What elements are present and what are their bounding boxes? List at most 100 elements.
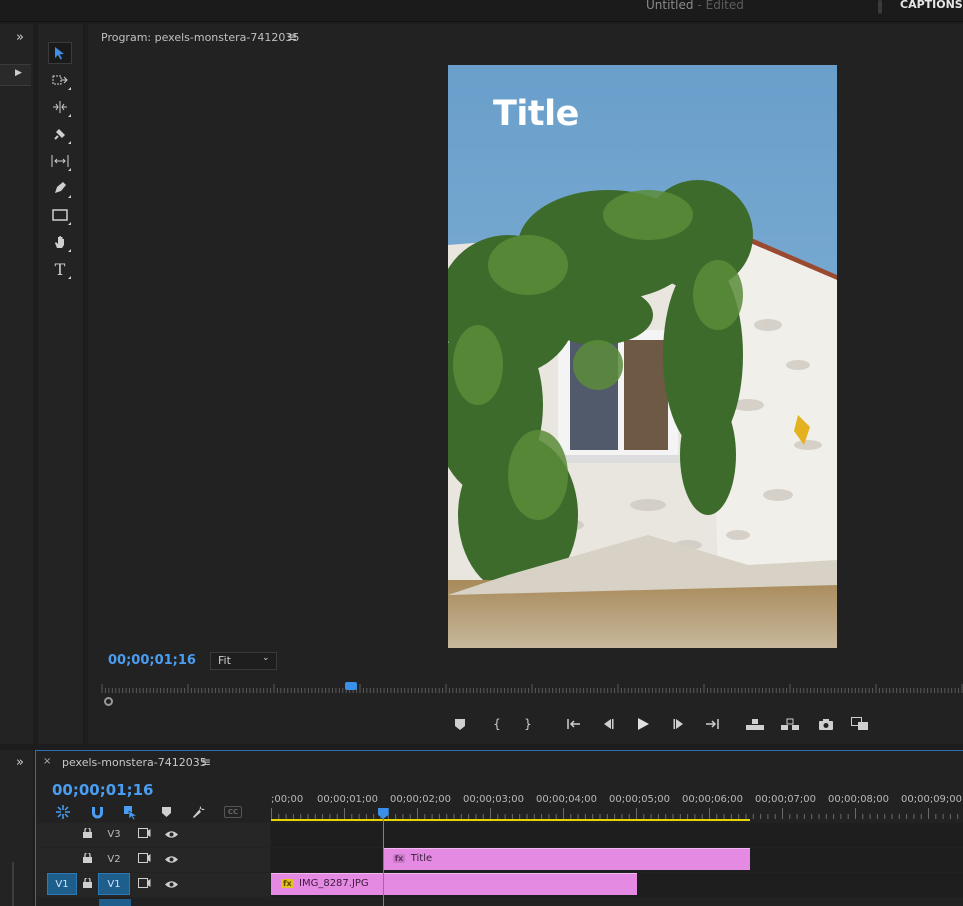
go-to-in-icon (567, 719, 580, 729)
linked-selection-icon (123, 805, 138, 820)
panel-menu-icon[interactable]: ≡ (201, 755, 211, 769)
lock-icon[interactable] (83, 876, 92, 891)
captions-toggle-button[interactable]: CC (223, 803, 243, 821)
ripple-edit-tool[interactable] (48, 96, 72, 118)
timeline-settings-button[interactable] (190, 803, 208, 821)
slip-tool[interactable] (48, 150, 72, 172)
lift-icon (746, 719, 764, 730)
type-icon: T (54, 259, 66, 279)
track-select-tool[interactable] (48, 69, 72, 91)
source-patch-v1[interactable]: V1 (47, 873, 77, 895)
step-forward-icon (673, 719, 683, 729)
ruler-label: ;00;00 (271, 794, 304, 805)
timeline-clip-image[interactable]: fx IMG_8287.JPG (271, 873, 637, 895)
work-area-bar[interactable] (271, 819, 750, 821)
eye-icon[interactable] (165, 854, 178, 867)
extract-icon (781, 718, 799, 730)
ruler-label: 00;00;07;00 (755, 794, 817, 805)
arrow-icon (55, 47, 64, 60)
panel-menu-icon[interactable]: ≡ (287, 30, 297, 44)
play-icon (637, 718, 649, 730)
linked-selection-button[interactable] (121, 803, 139, 821)
export-frame-button[interactable] (817, 716, 835, 732)
sync-lock-icon[interactable] (138, 878, 151, 891)
lock-icon[interactable] (83, 851, 92, 866)
selection-tool[interactable] (48, 42, 72, 64)
play-button[interactable] (634, 716, 652, 732)
expand-panels-icon[interactable]: » (16, 30, 24, 45)
track-lane-v3[interactable] (271, 823, 963, 847)
rectangle-tool[interactable] (48, 204, 72, 226)
ruler-label: 00;00;08;00 (828, 794, 890, 805)
cc-icon: CC (224, 806, 242, 818)
chevron-down-icon: ⌄ (262, 653, 270, 663)
sequence-tab[interactable]: pexels-monstera-7412035 (62, 756, 207, 769)
sync-lock-icon[interactable] (138, 828, 151, 841)
track-header-v3 (36, 823, 270, 847)
timeline-timecode[interactable]: 00;00;01;16 (52, 781, 154, 799)
step-back-icon (604, 719, 614, 729)
camera-icon (819, 718, 833, 730)
mark-in-icon: { (493, 717, 501, 731)
mark-in-button[interactable]: { (488, 716, 506, 732)
ruler-label: 00;00;01;00 (317, 794, 379, 805)
timeline-clip-title[interactable]: fx Title (382, 848, 750, 870)
zoom-scroll-handle[interactable] (104, 697, 113, 706)
fx-badge: fx (392, 854, 406, 863)
track-a1-partial[interactable] (99, 899, 131, 906)
eye-icon[interactable] (165, 879, 178, 892)
snap-button[interactable] (88, 803, 106, 821)
mark-out-button[interactable]: } (519, 716, 537, 732)
clip-label: IMG_8287.JPG (299, 878, 369, 889)
ruler-label: 00;00;02;00 (390, 794, 452, 805)
clip-label: Title (410, 853, 433, 864)
wrench-icon (193, 806, 205, 818)
extract-button[interactable] (781, 716, 799, 732)
document-title: Untitled - Edited (646, 0, 744, 12)
hand-tool[interactable] (48, 231, 72, 253)
program-monitor-title[interactable]: Program: pexels-monstera-7412035 (101, 31, 299, 44)
left-panel-collapsed-lower (0, 750, 33, 906)
program-timecode[interactable]: 00;00;01;16 (108, 653, 196, 668)
program-playhead[interactable] (344, 682, 357, 690)
track-name-v3[interactable]: V3 (98, 823, 130, 845)
left-panel-collapsed (0, 24, 33, 744)
track-name-v1[interactable]: V1 (98, 873, 130, 895)
lift-button[interactable] (746, 716, 764, 732)
rectangle-icon (52, 209, 68, 221)
comparison-view-icon (851, 717, 868, 730)
razor-tool[interactable] (48, 123, 72, 145)
nest-icon (56, 805, 70, 819)
track-name-v2[interactable]: V2 (98, 848, 130, 870)
go-to-out-button[interactable] (703, 716, 721, 732)
video-title-overlay[interactable]: Title (493, 94, 579, 134)
program-video-frame[interactable] (448, 65, 837, 648)
ruler-label: 00;00;04;00 (536, 794, 598, 805)
workspace-tab-captions[interactable]: CAPTIONS A (900, 0, 963, 11)
sync-lock-icon[interactable] (138, 853, 151, 866)
eye-icon[interactable] (165, 829, 178, 842)
comparison-view-button[interactable] (851, 716, 869, 732)
panel-scrollbar[interactable] (12, 862, 14, 906)
add-marker-timeline-button[interactable] (157, 803, 175, 821)
marker-icon (161, 807, 171, 817)
expand-panels-icon[interactable]: » (16, 755, 24, 770)
hand-icon (55, 236, 64, 248)
play-triangle-icon: ▶ (15, 68, 22, 78)
nest-toggle-button[interactable] (54, 803, 72, 821)
razor-icon (54, 129, 65, 140)
document-status: - Edited (697, 0, 744, 12)
go-to-in-button[interactable] (565, 716, 583, 732)
type-tool[interactable]: T (48, 258, 72, 280)
add-marker-button[interactable] (451, 716, 469, 732)
program-time-ruler[interactable] (101, 680, 963, 694)
lock-icon[interactable] (83, 826, 92, 841)
mark-out-icon: } (524, 717, 532, 731)
step-back-button[interactable] (599, 716, 617, 732)
pen-tool[interactable] (48, 177, 72, 199)
close-icon[interactable]: × (43, 756, 51, 767)
title-bar (0, 0, 963, 22)
ruler-label: 00;00;06;00 (682, 794, 744, 805)
step-forward-button[interactable] (670, 716, 688, 732)
magnet-icon (91, 806, 103, 818)
